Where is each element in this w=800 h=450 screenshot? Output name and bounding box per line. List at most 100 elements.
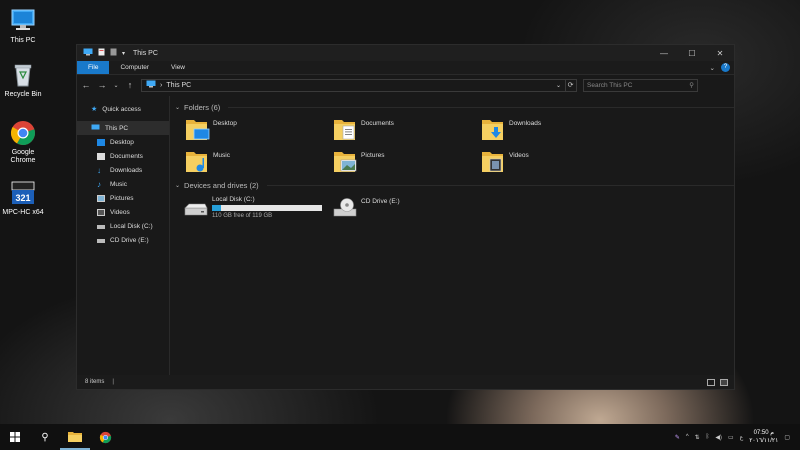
address-bar[interactable]: › This PC ⌄ xyxy=(141,78,566,92)
sidebar-item-label: Quick access xyxy=(102,105,141,113)
group-divider xyxy=(228,106,734,108)
minimize-button[interactable]: — xyxy=(650,49,678,58)
folder-label: Videos xyxy=(509,152,529,159)
close-button[interactable]: ✕ xyxy=(706,49,734,58)
maximize-button[interactable]: ☐ xyxy=(678,49,706,58)
pen-icon[interactable]: ✎ xyxy=(675,434,680,441)
tab-computer[interactable]: Computer xyxy=(109,61,160,74)
folder-documents[interactable]: Documents xyxy=(333,116,473,148)
desktop-icon-this-pc[interactable]: This PC xyxy=(0,8,46,45)
folder-label: Documents xyxy=(361,120,394,127)
sidebar-item-desktop[interactable]: Desktop xyxy=(77,135,169,149)
notifications-icon[interactable]: ▢ xyxy=(784,434,790,441)
search-input[interactable]: Search This PC ⚲ xyxy=(583,78,698,92)
battery-icon[interactable]: ▭ xyxy=(728,434,734,441)
item-count: 8 items xyxy=(85,379,105,385)
tab-view[interactable]: View xyxy=(160,61,196,74)
forward-button[interactable]: → xyxy=(97,80,107,90)
bluetooth-icon[interactable]: ᛒ xyxy=(706,434,710,440)
expand-ribbon-icon[interactable]: ⌄ xyxy=(710,64,715,72)
drives-group-header[interactable]: ⌄ Devices and drives (2) xyxy=(175,179,734,191)
documents-folder-icon xyxy=(333,116,358,142)
folder-downloads[interactable]: Downloads xyxy=(481,116,621,148)
windows-logo-icon xyxy=(10,432,20,442)
hard-drive-icon xyxy=(183,196,209,220)
refresh-button[interactable]: ⟳ xyxy=(565,78,577,92)
breadcrumb-separator[interactable]: › xyxy=(160,82,162,89)
search-button[interactable]: ⚲ xyxy=(30,424,60,450)
drive-cd-e[interactable]: CD Drive (E:) xyxy=(332,196,400,220)
window-title: This PC xyxy=(133,49,158,57)
mpc-hc-icon: 321 xyxy=(9,180,37,206)
taskbar-chrome[interactable] xyxy=(90,424,120,450)
folder-pictures[interactable]: Pictures xyxy=(333,148,473,180)
volume-icon[interactable]: ◀) xyxy=(715,434,722,441)
details-view-icon[interactable] xyxy=(707,378,715,386)
folder-music[interactable]: Music xyxy=(185,148,325,180)
desktop-icon-label: MPC-HC x64 xyxy=(2,209,44,216)
large-icons-view-icon[interactable] xyxy=(720,378,728,386)
help-icon[interactable]: ? xyxy=(721,63,730,72)
clock[interactable]: 07:50 م ٢٠١٦/١١/٢١ xyxy=(749,429,778,445)
sidebar-item-label: Desktop xyxy=(110,138,134,146)
navigation-pane: ★ Quick access This PC Desktop Documents xyxy=(77,96,170,375)
chevron-up-icon[interactable]: ^ xyxy=(686,434,689,440)
chevron-down-icon: ⌄ xyxy=(175,104,181,111)
new-folder-icon[interactable] xyxy=(110,48,117,58)
title-bar[interactable]: ▾ This PC — ☐ ✕ xyxy=(77,45,734,61)
sidebar-item-label: Documents xyxy=(110,152,143,160)
folder-videos[interactable]: Videos xyxy=(481,148,621,180)
breadcrumb-this-pc[interactable]: This PC xyxy=(166,82,191,89)
sidebar-item-videos[interactable]: Videos xyxy=(77,205,169,219)
desktop-small-icon xyxy=(97,138,105,146)
language-indicator[interactable]: ع xyxy=(740,434,744,441)
file-explorer-window: ▾ This PC — ☐ ✕ File Computer View ⌄ ? ←… xyxy=(76,44,735,390)
drive-free-space: 110 GB free of 119 GB xyxy=(212,213,273,219)
sidebar-item-quick-access[interactable]: ★ Quick access xyxy=(77,102,169,116)
back-button[interactable]: ← xyxy=(81,80,91,90)
folder-desktop[interactable]: Desktop xyxy=(185,116,325,148)
group-divider xyxy=(266,184,734,186)
drive-label: CD Drive (E:) xyxy=(361,198,400,205)
taskbar: ⚲ ✎ ^ ⇅ ᛒ ◀) ▭ ع 07:50 م ٢٠١٦/١١/٢١ ▢ xyxy=(0,424,800,450)
drive-label: Local Disk (C:) xyxy=(212,196,255,203)
pictures-folder-icon xyxy=(333,148,358,174)
chevron-down-icon: ⌄ xyxy=(175,182,181,189)
network-icon[interactable]: ⇅ xyxy=(695,434,700,441)
customize-toolbar-icon[interactable]: ▾ xyxy=(122,50,125,57)
desktop-icon-chrome[interactable]: Google Chrome xyxy=(0,120,46,165)
start-button[interactable] xyxy=(0,424,30,450)
chrome-icon xyxy=(99,431,111,443)
taskbar-file-explorer[interactable] xyxy=(60,424,90,450)
properties-icon[interactable] xyxy=(98,48,105,58)
desktop: This PC Recycle Bin Google Chrome 321 MP… xyxy=(0,0,800,424)
sidebar-item-pictures[interactable]: Pictures xyxy=(77,191,169,205)
system-tray: ✎ ^ ⇅ ᛒ ◀) ▭ ع 07:50 م ٢٠١٦/١١/٢١ ▢ xyxy=(675,429,800,445)
recent-locations-icon[interactable]: ⌄ xyxy=(113,82,119,89)
address-row: ← → ⌄ ↑ › This PC ⌄ ⟳ Search This PC ⚲ xyxy=(77,75,734,95)
file-explorer-icon xyxy=(68,431,82,442)
tab-file[interactable]: File xyxy=(77,61,110,74)
sidebar-item-documents[interactable]: Documents xyxy=(77,149,169,163)
desktop-icon-mpc-hc[interactable]: 321 MPC-HC x64 xyxy=(0,180,46,217)
sidebar-item-music[interactable]: ♪ Music xyxy=(77,177,169,191)
sidebar-item-downloads[interactable]: ↓ Downloads xyxy=(77,163,169,177)
desktop-folder-icon xyxy=(185,116,210,142)
drive-local-disk-c[interactable]: Local Disk (C:) 110 GB free of 119 GB xyxy=(183,196,322,220)
group-title: Devices and drives (2) xyxy=(184,180,259,190)
sidebar-item-label: Downloads xyxy=(110,166,143,174)
status-bar: 8 items | xyxy=(77,375,734,389)
up-button[interactable]: ↑ xyxy=(125,80,135,90)
sidebar-item-this-pc[interactable]: This PC xyxy=(77,121,169,135)
folder-label: Desktop xyxy=(213,120,237,127)
address-dropdown-icon[interactable]: ⌄ xyxy=(556,82,561,89)
sidebar-item-cd-drive[interactable]: CD Drive (E:) xyxy=(77,233,169,247)
folder-label: Downloads xyxy=(509,120,542,127)
svg-text:321: 321 xyxy=(15,193,30,203)
desktop-icon-label: Google Chrome xyxy=(10,149,36,164)
cd-drive-small-icon xyxy=(97,239,105,243)
folders-group-header[interactable]: ⌄ Folders (6) xyxy=(175,101,734,113)
sidebar-item-local-disk[interactable]: Local Disk (C:) xyxy=(77,219,169,233)
desktop-icon-recycle-bin[interactable]: Recycle Bin xyxy=(0,62,46,99)
sidebar-item-label: Local Disk (C:) xyxy=(110,222,153,230)
